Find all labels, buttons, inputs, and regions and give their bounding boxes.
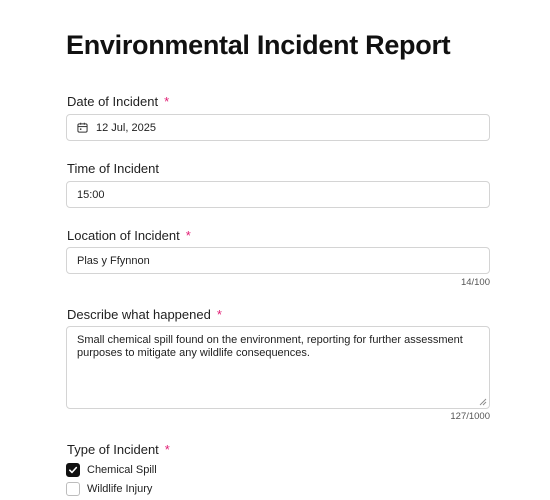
page-title: Environmental Incident Report <box>66 30 451 60</box>
calendar-icon <box>77 122 88 133</box>
date-label-text: Date of Incident <box>67 94 159 109</box>
location-char-counter: 14/100 <box>460 277 490 288</box>
required-marker: * <box>216 307 222 322</box>
time-input[interactable] <box>77 188 489 201</box>
required-marker: * <box>164 442 170 457</box>
checkbox-wildlife-injury[interactable]: Wildlife Injury <box>66 482 152 496</box>
checkbox-label: Wildlife Injury <box>87 483 153 495</box>
location-label-text: Location of Incident <box>67 228 180 243</box>
description-field[interactable]: Small chemical spill found on the enviro… <box>66 326 490 409</box>
checkmark-icon <box>68 466 78 474</box>
description-label: Describe what happened * <box>67 307 222 322</box>
description-label-text: Describe what happened <box>67 307 211 322</box>
date-label: Date of Incident * <box>67 94 169 109</box>
incident-type-label-text: Type of Incident <box>67 442 159 457</box>
checkbox-box[interactable] <box>66 482 80 496</box>
date-value: 12 Jul, 2025 <box>96 121 156 134</box>
location-field[interactable] <box>66 247 490 274</box>
location-label: Location of Incident * <box>67 228 191 243</box>
resize-handle-icon[interactable] <box>479 398 487 406</box>
time-field[interactable] <box>66 181 490 208</box>
time-label: Time of Incident <box>67 161 160 176</box>
description-char-counter: 127/1000 <box>450 411 490 422</box>
incident-type-label: Type of Incident * <box>67 442 170 457</box>
description-textarea[interactable]: Small chemical spill found on the enviro… <box>77 334 479 401</box>
location-input[interactable] <box>77 254 489 267</box>
date-field[interactable]: 12 Jul, 2025 <box>66 114 490 141</box>
required-marker: * <box>164 94 170 109</box>
checkbox-chemical-spill[interactable]: Chemical Spill <box>66 463 157 477</box>
required-marker: * <box>185 228 191 243</box>
checkbox-label: Chemical Spill <box>87 464 157 476</box>
checkbox-box[interactable] <box>66 463 80 477</box>
